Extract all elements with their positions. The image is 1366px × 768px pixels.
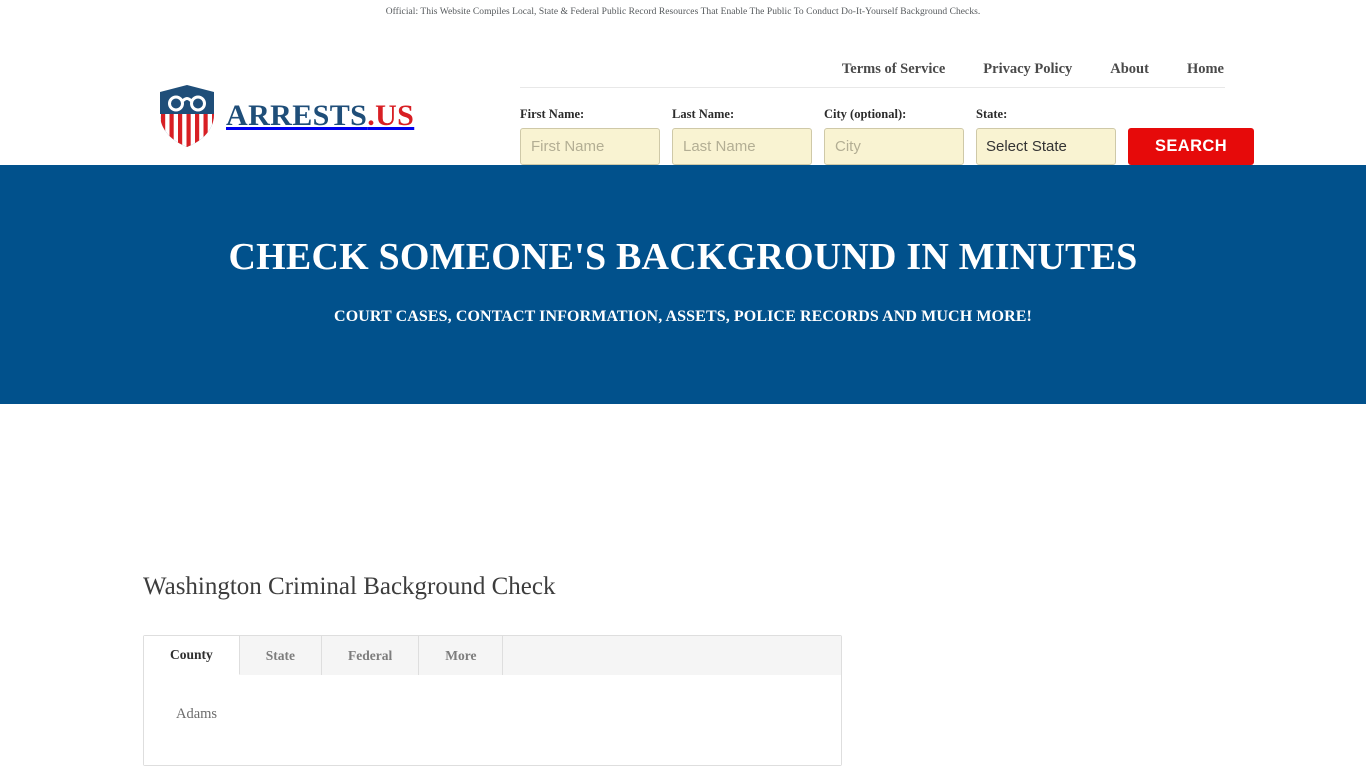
last-name-label: Last Name: <box>672 107 735 121</box>
hero-banner: CHECK SOMEONE'S BACKGROUND IN MINUTES CO… <box>0 165 1366 404</box>
disclaimer-bar: Official: This Website Compiles Local, S… <box>0 0 1366 24</box>
shield-handcuffs-icon <box>158 84 216 148</box>
search-button[interactable]: SEARCH <box>1128 127 1254 165</box>
tab-state[interactable]: State <box>239 636 323 675</box>
main-content: Washington Criminal Background Check Cou… <box>0 404 1366 766</box>
city-field-group: City (optional): <box>824 108 964 165</box>
county-list-panel: Adams <box>144 675 841 765</box>
disclaimer-text: Official: This Website Compiles Local, S… <box>385 7 981 17</box>
tab-more[interactable]: More <box>419 636 504 675</box>
logo-text-primary: ARRESTS <box>226 99 368 132</box>
last-name-field-group: Last Name: <box>672 108 812 165</box>
nav-item-about[interactable]: About <box>1091 61 1168 78</box>
hero-title: CHECK SOMEONE'S BACKGROUND IN MINUTES <box>228 236 1138 278</box>
primary-navigation: Terms of Service Privacy Policy About Ho… <box>823 61 1224 78</box>
nav-item-privacy-policy[interactable]: Privacy Policy <box>964 61 1091 78</box>
tab-federal[interactable]: Federal <box>322 636 420 675</box>
nav-item-home[interactable]: Home <box>1168 61 1224 78</box>
records-tab-panel: County State Federal More Adams <box>143 635 842 766</box>
nav-item-terms-of-service[interactable]: Terms of Service <box>823 61 964 78</box>
first-name-field-group: First Name: <box>520 108 660 165</box>
header-divider <box>520 87 1225 88</box>
first-name-label: First Name: <box>520 107 585 121</box>
state-field-group: State: Select State <box>976 108 1116 165</box>
state-select[interactable]: Select State <box>976 127 1116 165</box>
list-item[interactable]: Adams <box>176 701 841 729</box>
city-input[interactable] <box>824 127 964 165</box>
tab-county[interactable]: County <box>144 636 240 675</box>
tab-strip: County State Federal More <box>144 636 841 675</box>
logo-wordmark: ARRESTS.US <box>226 101 414 131</box>
last-name-input[interactable] <box>672 127 812 165</box>
first-name-input[interactable] <box>520 127 660 165</box>
city-label: City (optional): <box>824 107 907 121</box>
logo-text-suffix: .US <box>367 99 415 132</box>
background-check-search-form: First Name: Last Name: City (optional): … <box>520 108 1254 165</box>
state-label: State: <box>976 107 1008 121</box>
site-logo[interactable]: ARRESTS.US <box>158 84 414 148</box>
page-title: Washington Criminal Background Check <box>143 573 556 600</box>
tab-strip-filler <box>503 636 841 675</box>
site-header: ARRESTS.US Terms of Service Privacy Poli… <box>0 24 1366 165</box>
advertisement-slot <box>143 404 1366 574</box>
hero-subtitle: COURT CASES, CONTACT INFORMATION, ASSETS… <box>334 307 1032 325</box>
